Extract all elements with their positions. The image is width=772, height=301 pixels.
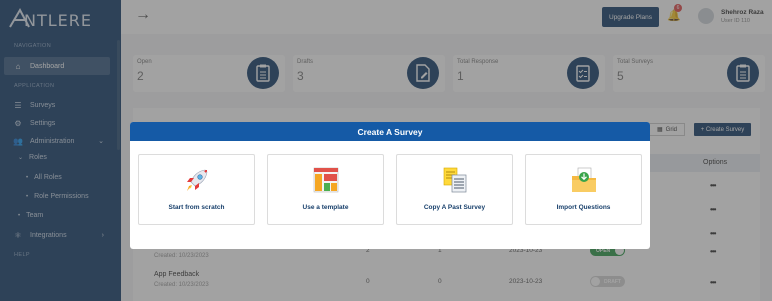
import-folder-icon xyxy=(570,166,598,194)
option-label: Use a template xyxy=(302,204,349,211)
rocket-icon xyxy=(183,166,211,194)
modal-title: Create A Survey xyxy=(130,122,650,141)
option-label: Import Questions xyxy=(556,204,611,211)
option-label: Start from scratch xyxy=(168,204,225,211)
copy-documents-icon xyxy=(441,166,469,194)
import-questions-option[interactable]: Import Questions xyxy=(525,154,642,225)
use-template-option[interactable]: Use a template xyxy=(267,154,384,225)
create-survey-modal: Create A Survey Start from scratch Use a… xyxy=(130,122,650,249)
copy-past-survey-option[interactable]: Copy A Past Survey xyxy=(396,154,513,225)
start-from-scratch-option[interactable]: Start from scratch xyxy=(138,154,255,225)
template-icon xyxy=(312,166,340,194)
option-label: Copy A Past Survey xyxy=(423,204,486,211)
